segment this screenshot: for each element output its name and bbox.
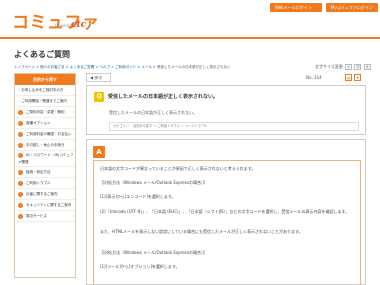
answer-badge: A (93, 146, 105, 158)
breadcrumb-link[interactable]: メール (141, 65, 152, 69)
bookmark-icon[interactable]: ★ (354, 74, 361, 81)
answer-text: また、HTMLメールを表示しない設定にしている場合にも受信したメールが正しく表示… (100, 229, 303, 234)
answer-text: 【対処方法（Windows メール/Outlook Expressの場合）】 (100, 250, 207, 255)
logo[interactable]: コミュファ (12, 8, 100, 33)
logo-ctc: ctc (71, 20, 87, 30)
breadcrumb-link[interactable]: よくあるご質問 (70, 65, 95, 69)
arrow-circle-icon: › (18, 142, 23, 148)
sidebar-item-security[interactable]: › セキュリティに関するご案内 (15, 200, 75, 211)
title-bar: よくあるご質問 (0, 37, 380, 63)
answer-text: (1)[表示]から[エンコード]を選択します。 (100, 194, 176, 199)
question-category: カテゴリー： 目的から探す ＞ ご利用トラブル ＞ メールトラブル (109, 122, 359, 131)
chevron-right-icon: › (18, 88, 20, 92)
arrow-circle-icon: › (18, 213, 23, 219)
arrow-circle-icon: › (18, 131, 23, 137)
font-size-control: 文字サイズ変更 小 中 大 (315, 64, 371, 70)
sidebar-item-start-guide[interactable]: › ご利用開始・開通までご案内 (15, 96, 75, 107)
font-size-medium-button[interactable]: 中 (354, 64, 362, 70)
sidebar-item-peripheral[interactable]: › 周辺サービス (15, 211, 75, 222)
arrow-circle-icon: › (18, 169, 23, 175)
question-number: No: 314 (306, 75, 322, 80)
arrow-circle-icon: › (18, 180, 23, 186)
sidebar-item-consideration[interactable]: › お申し込みをご検討中の方 (15, 85, 75, 96)
arrow-circle-icon: › (18, 191, 23, 197)
answer-text: 【対処方法（Windows メール/Outlook Expressの場合）】 (100, 180, 207, 185)
print-icon[interactable]: ▤ (345, 74, 352, 81)
arrow-circle-icon: › (18, 120, 23, 126)
font-size-label: 文字サイズ変更 (315, 64, 343, 69)
answer-text: (1)[ツール]から[オプション]を選択します。 (100, 264, 180, 269)
sidebar-item-billing[interactable]: › ご利用料金の確認・お支払い (15, 129, 75, 140)
main-content: ◀ 戻る No: 314 ▤ ★ Q 受信したメールの日本語が正しく表示されない… (86, 73, 366, 285)
question-badge: Q (94, 92, 104, 102)
breadcrumb-current: 受信したメールの日本語が正しく表示されない (157, 65, 231, 69)
back-button[interactable]: ◀ 戻る (86, 73, 111, 82)
question-body: 受信したメールの日本語が正しく表示されない。 (109, 110, 197, 115)
chevron-right-icon: › (18, 99, 20, 103)
question-title: 受信したメールの日本語が正しく表示されない。 (108, 94, 219, 100)
sidebar-header: 目的から探す (15, 74, 75, 85)
sidebar-item-id-password[interactable]: › ID・パスワード・Myコミュファ関連 (15, 151, 75, 167)
sidebar-item-connection[interactable]: › 接続・設定方法 (15, 167, 75, 178)
breadcrumb-link[interactable]: ヘルプ (100, 65, 111, 69)
breadcrumb-link[interactable]: トップページ (14, 65, 35, 69)
sidebar-item-trouble[interactable]: › ご利用トラブル (15, 178, 75, 189)
answer-text: 日本語の文字コードが異なっていることが原因で正しく表示されないと考えられます。 (100, 166, 256, 171)
sidebar: 目的から探す › お申し込みをご検討中の方 › ご利用開始・開通までご案内 › ご契約… (14, 73, 76, 278)
arrow-circle-icon: › (18, 152, 23, 158)
sidebar-item-moving[interactable]: › お引越し・休止の手続き (15, 140, 75, 151)
font-size-large-button[interactable]: 大 (363, 64, 371, 70)
breadcrumb: トップページ > 個人のお客さま > よくあるご質問 > ヘルプ > ご利用ガイ… (14, 65, 231, 69)
answer-box: A 日本語の文字コードが異なっていることが原因で正しく表示されないと考えられます… (86, 139, 366, 285)
webmail-login-button[interactable]: Webメールログイン (270, 3, 322, 12)
arrow-circle-icon: › (18, 109, 23, 115)
sidebar-item-options[interactable]: › 各種オプション (15, 118, 75, 129)
arrow-circle-icon: › (18, 202, 23, 208)
answer-text: (2)「Unicode (UTF-8)」、「日本語 (EUC)」、「日本語（シフ… (100, 209, 350, 214)
sidebar-item-disaster[interactable]: › 災害に関するご案内 (15, 189, 75, 200)
mycommufa-login-button[interactable]: Myコミュファログイン (326, 3, 378, 12)
sidebar-item-contract[interactable]: › ご契約内容・変更・解約 (15, 107, 75, 118)
question-box: Q 受信したメールの日本語が正しく表示されない。 受信したメールの日本語が正しく… (86, 85, 366, 135)
font-size-small-button[interactable]: 小 (345, 64, 353, 70)
page-title: よくあるご質問 (14, 50, 70, 59)
site-header: コミュファ Powered by ctc Webメールログイン Myコミュファロ… (0, 0, 380, 36)
breadcrumb-link[interactable]: ご利用ガイド (115, 65, 136, 69)
breadcrumb-link[interactable]: 個人のお客さま (40, 65, 65, 69)
